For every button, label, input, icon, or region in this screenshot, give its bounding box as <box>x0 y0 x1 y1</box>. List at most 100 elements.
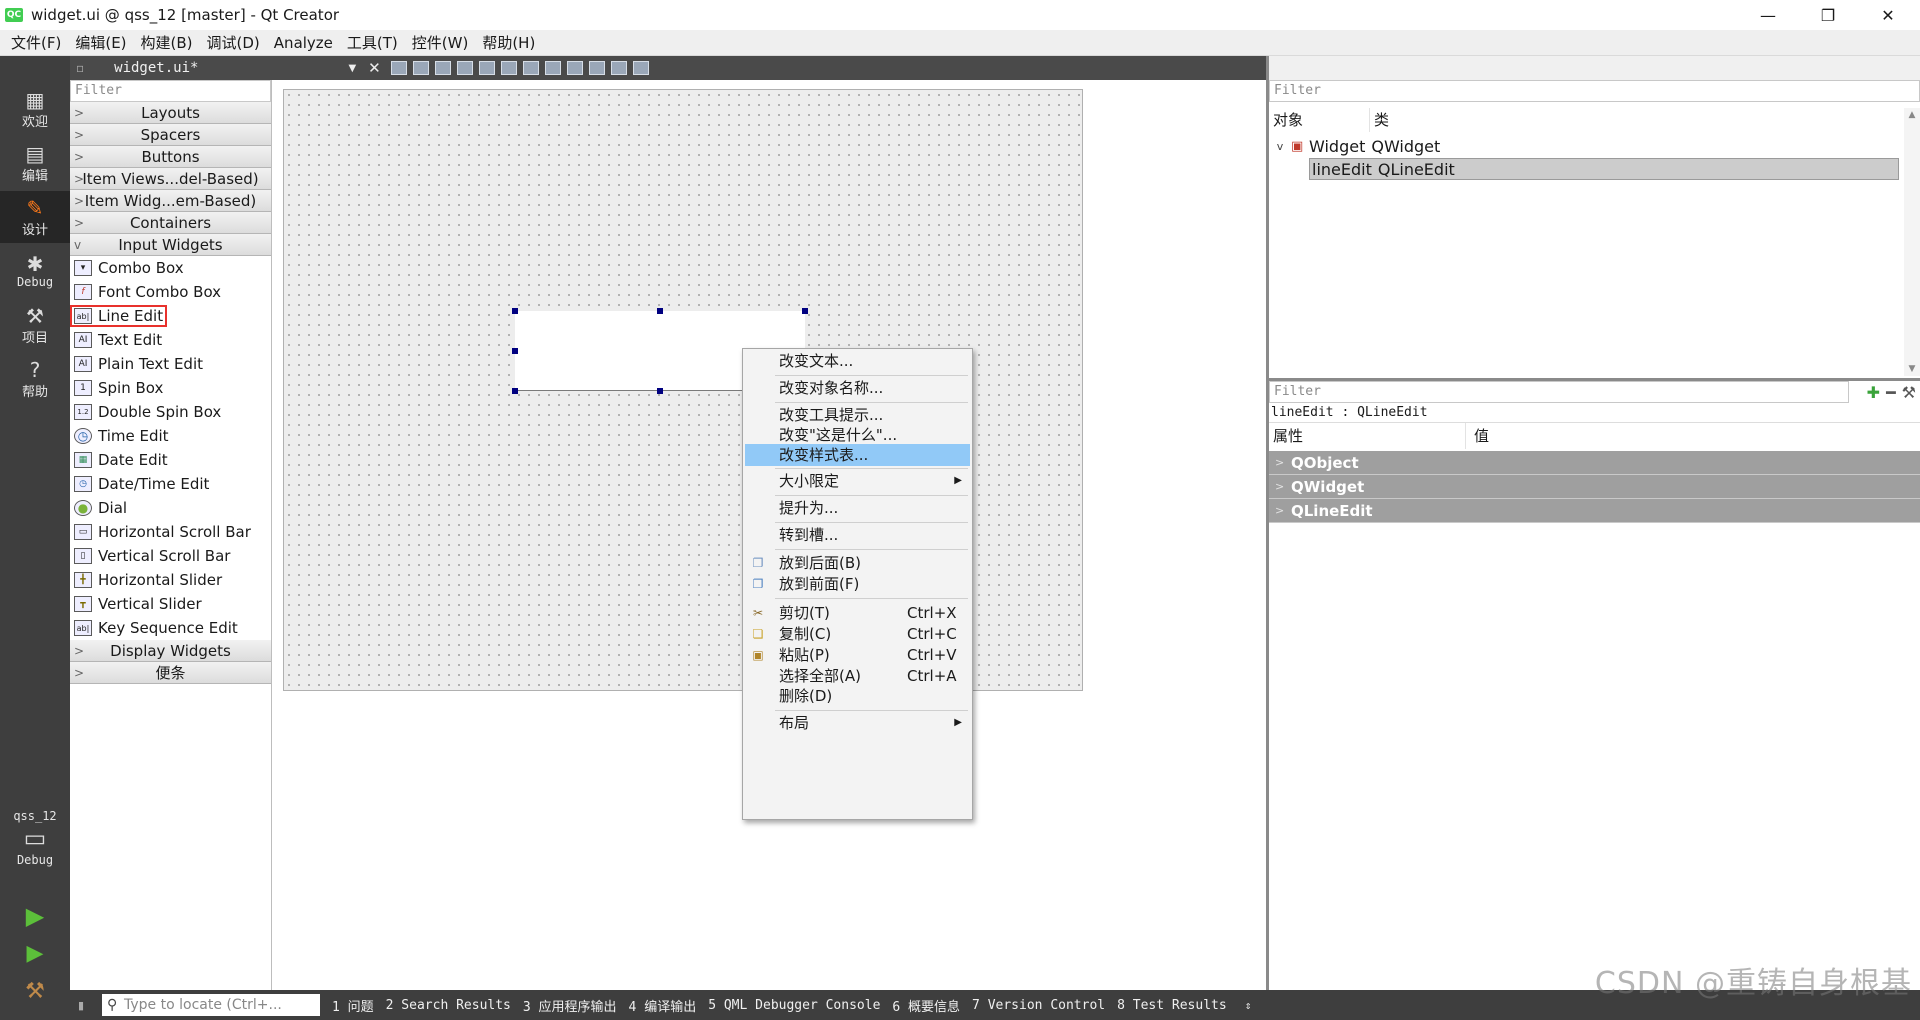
menu-analyze[interactable]: Analyze <box>267 34 340 52</box>
widget-date-edit[interactable]: ▦ Date Edit <box>70 448 271 472</box>
widget-combo-box[interactable]: ▾ Combo Box <box>70 256 271 280</box>
menu-item-promote-to[interactable]: 提升为... <box>745 497 970 519</box>
run-button[interactable]: ▶ <box>0 896 70 936</box>
layout-grid-icon[interactable] <box>588 61 605 75</box>
remove-property-icon[interactable]: ━ <box>1886 383 1896 402</box>
toggle-sidebar-icon[interactable]: ▮ <box>78 999 84 1012</box>
tree-row-widget[interactable]: v ▣ Widget QWidget <box>1269 136 1441 158</box>
widget-key-sequence-edit[interactable]: ab| Key Sequence Edit <box>70 616 271 640</box>
minimize-button[interactable]: — <box>1740 0 1796 30</box>
category-layouts[interactable]: > Layouts <box>70 102 271 124</box>
menu-debug[interactable]: 调试(D) <box>200 32 267 53</box>
close-document-icon[interactable]: ✕ <box>368 59 381 77</box>
category-scratchpad[interactable]: > 便条 <box>70 662 271 684</box>
widget-horizontal-scroll-bar[interactable]: ▭ Horizontal Scroll Bar <box>70 520 271 544</box>
category-spacers[interactable]: > Spacers <box>70 124 271 146</box>
column-header-property[interactable]: 属性 <box>1269 423 1465 449</box>
chevron-down-icon[interactable]: ▼ <box>348 63 356 74</box>
menu-item-change-stylesheet[interactable]: 改变样式表... <box>745 444 970 466</box>
resize-handle[interactable] <box>512 348 518 354</box>
scroll-down-icon[interactable]: ▼ <box>1904 364 1920 374</box>
widget-horizontal-slider[interactable]: ╋ Horizontal Slider <box>70 568 271 592</box>
menu-item-delete[interactable]: 删除(D) <box>745 685 970 707</box>
category-item-views[interactable]: > Item Views...del-Based) <box>70 168 271 190</box>
menu-item-layout[interactable]: 布局 ▶ <box>745 712 970 734</box>
widget-time-edit[interactable]: ◷ Time Edit <box>70 424 271 448</box>
layout-horizontal-icon[interactable] <box>478 61 495 75</box>
menu-build[interactable]: 构建(B) <box>134 32 200 53</box>
adjust-size-icon[interactable] <box>632 61 649 75</box>
break-layout-icon[interactable] <box>610 61 627 75</box>
pane-general-messages[interactable]: 6 概要信息 <box>892 996 960 1015</box>
layout-form-icon[interactable] <box>566 61 583 75</box>
widget-font-combo-box[interactable]: f Font Combo Box <box>70 280 271 304</box>
property-group-qobject[interactable]: > QObject <box>1269 451 1920 475</box>
object-filter-input[interactable]: Filter <box>1269 80 1920 102</box>
layout-vertical-icon[interactable] <box>500 61 517 75</box>
signal-slot-mode-icon[interactable] <box>412 61 429 75</box>
menu-item-select-all[interactable]: 选择全部(A) Ctrl+A <box>745 665 970 687</box>
menu-item-change-text[interactable]: 改变文本... <box>745 350 970 372</box>
widget-text-edit[interactable]: AI Text Edit <box>70 328 271 352</box>
mode-debug[interactable]: ✱ Debug <box>0 245 70 297</box>
tree-row-lineedit[interactable]: lineEdit QLineEdit <box>1309 158 1899 180</box>
column-header-object[interactable]: 对象 <box>1269 108 1369 132</box>
close-button[interactable]: ✕ <box>1860 0 1916 30</box>
widget-date-time-edit[interactable]: ◷ Date/Time Edit <box>70 472 271 496</box>
resize-handle[interactable] <box>512 388 518 394</box>
tab-order-mode-icon[interactable] <box>456 61 473 75</box>
menu-item-change-tooltip[interactable]: 改变工具提示... <box>745 404 970 426</box>
document-selector[interactable]: widget.ui* <box>114 60 198 76</box>
category-display-widgets[interactable]: > Display Widgets <box>70 640 271 662</box>
menu-item-go-to-slot[interactable]: 转到槽... <box>745 524 970 546</box>
widget-double-spin-box[interactable]: 1.2 Double Spin Box <box>70 400 271 424</box>
locator-input[interactable]: ⚲ Type to locate (Ctrl+... <box>102 994 320 1016</box>
more-panes-icon[interactable]: ⇕ <box>1245 999 1252 1012</box>
wrench-icon[interactable]: ⚒ <box>1902 383 1916 402</box>
add-property-icon[interactable]: ✚ <box>1867 383 1880 402</box>
widget-filter-input[interactable]: Filter <box>70 80 271 102</box>
pane-search-results[interactable]: 2 Search Results <box>386 998 511 1013</box>
resize-handle[interactable] <box>657 308 663 314</box>
build-button[interactable]: ⚒ <box>0 972 70 1012</box>
category-item-widgets[interactable]: > Item Widg...em-Based) <box>70 190 271 212</box>
menu-item-cut[interactable]: ✂ 剪切(T) Ctrl+X <box>745 602 970 624</box>
object-inspector-scrollbar[interactable]: ▲ ▼ <box>1904 108 1920 376</box>
property-filter-input[interactable]: Filter <box>1269 381 1849 403</box>
menu-item-paste[interactable]: ▣ 粘贴(P) Ctrl+V <box>745 644 970 666</box>
scroll-up-icon[interactable]: ▲ <box>1904 110 1920 120</box>
category-input-widgets[interactable]: v Input Widgets <box>70 234 271 256</box>
mode-help[interactable]: ? 帮助 <box>0 353 70 405</box>
menu-item-size-constraints[interactable]: 大小限定 ▶ <box>745 470 970 492</box>
mode-projects[interactable]: ⚒ 项目 <box>0 299 70 351</box>
pane-version-control[interactable]: 7 Version Control <box>972 998 1105 1013</box>
menu-tools[interactable]: 工具(T) <box>340 32 405 53</box>
widget-vertical-slider[interactable]: ┳ Vertical Slider <box>70 592 271 616</box>
pane-qml-debugger-console[interactable]: 5 QML Debugger Console <box>708 998 880 1013</box>
widget-vertical-scroll-bar[interactable]: ▯ Vertical Scroll Bar <box>70 544 271 568</box>
buddy-mode-icon[interactable] <box>434 61 451 75</box>
resize-handle[interactable] <box>657 388 663 394</box>
mode-design[interactable]: ✎ 设计 <box>0 191 70 243</box>
menu-help[interactable]: 帮助(H) <box>475 32 542 53</box>
menu-file[interactable]: 文件(F) <box>4 32 68 53</box>
category-containers[interactable]: > Containers <box>70 212 271 234</box>
mode-edit[interactable]: ▤ 编辑 <box>0 137 70 189</box>
pane-compile-output[interactable]: 4 编译输出 <box>629 996 697 1015</box>
widget-plain-text-edit[interactable]: AI Plain Text Edit <box>70 352 271 376</box>
widget-spin-box[interactable]: 1 Spin Box <box>70 376 271 400</box>
kit-selector[interactable]: qss_12 ▭ Debug <box>0 798 70 878</box>
layout-v-splitter-icon[interactable] <box>544 61 561 75</box>
menu-item-copy[interactable]: ❏ 复制(C) Ctrl+C <box>745 623 970 645</box>
restore-button[interactable]: ❐ <box>1800 0 1856 30</box>
resize-handle[interactable] <box>802 308 808 314</box>
layout-h-splitter-icon[interactable] <box>522 61 539 75</box>
menu-item-send-to-back[interactable]: ❐ 放到后面(B) <box>745 552 970 574</box>
menu-item-bring-to-front[interactable]: ❐ 放到前面(F) <box>745 573 970 595</box>
widget-line-edit[interactable]: ab| Line Edit <box>70 304 271 328</box>
pane-test-results[interactable]: 8 Test Results <box>1117 998 1227 1013</box>
menu-edit[interactable]: 编辑(E) <box>68 32 133 53</box>
column-header-class[interactable]: 类 <box>1369 108 1899 132</box>
property-group-qlineedit[interactable]: > QLineEdit <box>1269 499 1920 523</box>
debug-run-button[interactable]: ▶ <box>0 934 70 974</box>
